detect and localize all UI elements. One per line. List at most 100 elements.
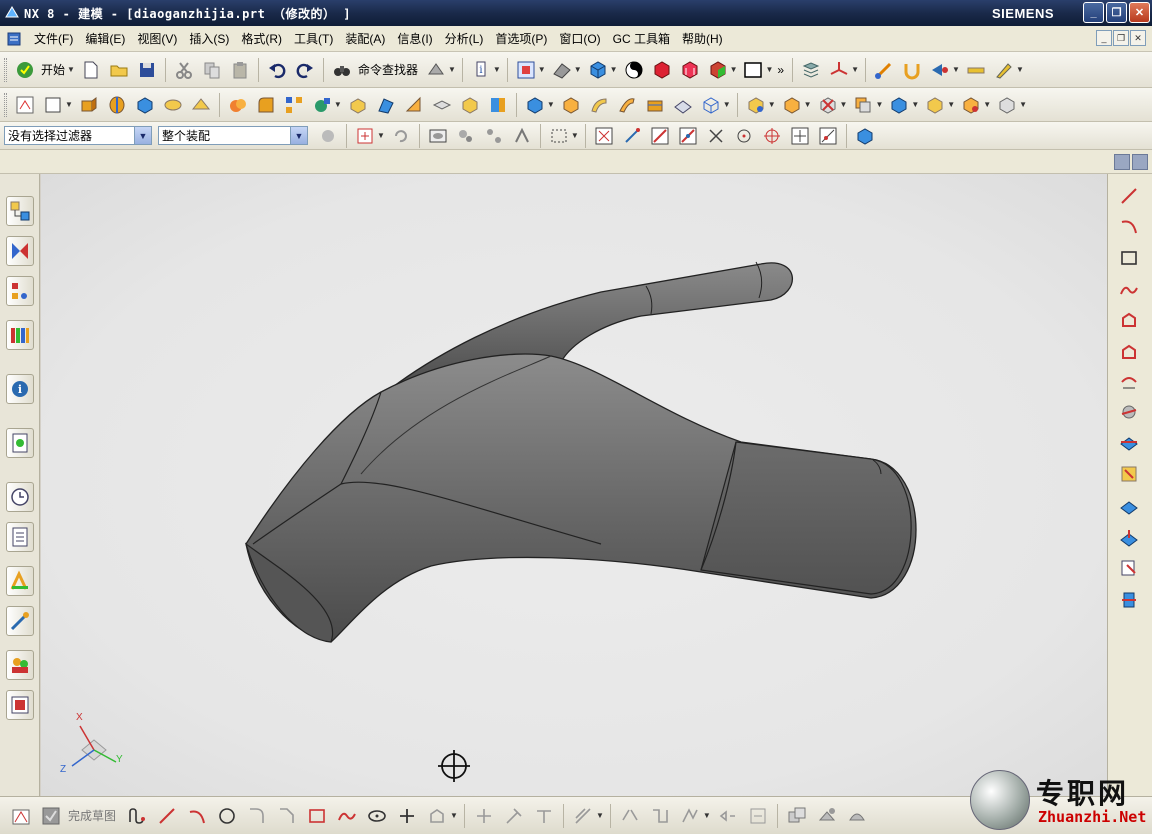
toolbar-overflow-button[interactable]: »	[777, 63, 784, 77]
history-tab[interactable]	[6, 428, 34, 458]
spline-tool[interactable]	[1117, 278, 1141, 302]
layer-settings-icon[interactable]	[799, 58, 823, 82]
fit-dropdown-icon[interactable]: ▼	[538, 65, 546, 74]
edge-blend-icon[interactable]	[254, 93, 278, 117]
magnet-icon[interactable]	[900, 58, 924, 82]
offset-curve-tool[interactable]	[1117, 340, 1141, 364]
show-all-constraints-icon[interactable]	[715, 802, 741, 830]
delete-feature-icon[interactable]	[816, 93, 840, 117]
sketch-icon[interactable]	[13, 93, 37, 117]
info-object-icon[interactable]: i	[469, 58, 493, 82]
doc-close-button[interactable]: ✕	[1130, 30, 1146, 46]
menu-insert[interactable]: 插入(S)	[183, 30, 235, 47]
delete-dropdown-icon[interactable]: ▼	[840, 100, 848, 109]
nx-app-icon[interactable]	[4, 5, 20, 21]
restore-button[interactable]: ❐	[1106, 2, 1127, 23]
feature-param-icon[interactable]	[780, 93, 804, 117]
section-curve-tool[interactable]	[1117, 430, 1141, 454]
fillet-constraint-icon[interactable]	[647, 802, 673, 830]
helix-tool[interactable]	[1117, 588, 1141, 612]
finish-sketch-icon[interactable]	[38, 802, 64, 830]
process-studio-tab[interactable]	[6, 566, 34, 596]
through-curves-icon[interactable]	[643, 93, 667, 117]
manufacturing-wizard-tab[interactable]	[6, 606, 34, 636]
select-components-icon[interactable]	[454, 124, 478, 148]
sync-move-face-icon[interactable]	[523, 93, 547, 117]
snap-icon[interactable]	[872, 58, 896, 82]
undo-icon[interactable]	[265, 58, 289, 82]
orient-view-icon[interactable]	[550, 58, 574, 82]
sketch-arc-icon[interactable]	[184, 802, 210, 830]
profile-icon[interactable]	[124, 802, 150, 830]
reuse-library-tab[interactable]	[6, 320, 34, 350]
make-corner-icon[interactable]	[531, 802, 557, 830]
roles-tab[interactable]	[6, 650, 34, 680]
background-icon[interactable]	[622, 58, 646, 82]
document-menu-icon[interactable]	[6, 30, 24, 48]
menu-help[interactable]: 帮助(H)	[676, 30, 729, 47]
assembly-navigator-tab[interactable]	[6, 196, 34, 226]
quick-trim-icon[interactable]	[471, 802, 497, 830]
snap-midpoint-icon[interactable]	[676, 124, 700, 148]
constraint-dropdown-icon[interactable]: ▼	[703, 811, 711, 820]
quick-extend-icon[interactable]	[501, 802, 527, 830]
menu-view[interactable]: 视图(V)	[131, 30, 183, 47]
selection-scope-combo[interactable]: 整个装配 ▼	[158, 126, 308, 145]
move-dropdown-icon[interactable]: ▼	[911, 100, 919, 109]
suppress-dropdown-icon[interactable]: ▼	[947, 100, 955, 109]
offset-sketch-icon[interactable]	[570, 802, 596, 830]
hanger-bracket-model[interactable]	[41, 174, 1107, 796]
start-dropdown-icon[interactable]: ▼	[67, 65, 75, 74]
redo-icon[interactable]	[293, 58, 317, 82]
shell-icon[interactable]	[346, 93, 370, 117]
select-features-icon[interactable]	[426, 124, 450, 148]
type-filter-combo[interactable]: 没有选择过滤器 ▼	[4, 126, 152, 145]
toolbar-grip[interactable]	[4, 57, 7, 82]
start-button[interactable]: 开始	[41, 61, 65, 78]
pencil-dropdown-icon[interactable]: ▼	[1016, 65, 1024, 74]
unsuppress-feature-icon[interactable]	[959, 93, 983, 117]
rectangle-select-icon[interactable]	[547, 124, 571, 148]
minimize-button[interactable]: _	[1083, 2, 1104, 23]
general-select-dropdown-icon[interactable]: ▼	[377, 131, 385, 140]
pull-face-icon[interactable]	[559, 93, 583, 117]
pattern-icon[interactable]	[282, 93, 306, 117]
menu-gc-toolkit[interactable]: GC 工具箱	[607, 30, 676, 47]
sync-dropdown-icon[interactable]: ▼	[547, 100, 555, 109]
selection-dropdown-icon[interactable]: ▼	[952, 65, 960, 74]
sketch-line-icon[interactable]	[154, 802, 180, 830]
wcs-dropdown-icon[interactable]: ▼	[851, 65, 859, 74]
extrude-icon[interactable]	[77, 93, 101, 117]
reattach-icon[interactable]	[784, 802, 810, 830]
delayed-evaluation-icon[interactable]	[844, 802, 870, 830]
offset-surface-icon[interactable]	[671, 93, 695, 117]
menu-edit[interactable]: 编辑(E)	[79, 30, 131, 47]
edit-object-display-icon[interactable]	[424, 58, 448, 82]
cone-icon[interactable]	[189, 93, 213, 117]
type-filter-dropdown-icon[interactable]: ▼	[134, 127, 151, 144]
snap-solid-icon[interactable]	[853, 124, 877, 148]
unite-icon[interactable]	[226, 93, 250, 117]
menu-analysis[interactable]: 分析(L)	[439, 30, 490, 47]
wrap-curve-tool[interactable]	[1117, 556, 1141, 580]
reorder-dropdown-icon[interactable]: ▼	[1019, 100, 1027, 109]
frame-dropdown-icon[interactable]: ▼	[765, 65, 773, 74]
block-icon[interactable]	[133, 93, 157, 117]
edit-feature-icon[interactable]	[744, 93, 768, 117]
snap-control-point-icon[interactable]	[704, 124, 728, 148]
split-body-icon[interactable]	[430, 93, 454, 117]
measure-icon[interactable]	[964, 58, 988, 82]
strip-options-icon[interactable]	[1132, 154, 1148, 170]
sketch-polygon-icon[interactable]	[424, 802, 450, 830]
strip-toggle-icon[interactable]	[1114, 154, 1130, 170]
copy-icon[interactable]	[200, 58, 224, 82]
selection-arrow-icon[interactable]	[928, 58, 952, 82]
doc-minimize-button[interactable]: _	[1096, 30, 1112, 46]
info-dropdown-icon[interactable]: ▼	[493, 65, 501, 74]
open-folder-icon[interactable]	[107, 58, 131, 82]
binoculars-icon[interactable]	[330, 58, 354, 82]
orient-dropdown-icon[interactable]: ▼	[574, 65, 582, 74]
thicken-icon[interactable]	[458, 93, 482, 117]
render-dropdown-icon[interactable]: ▼	[610, 65, 618, 74]
system-scene-tab[interactable]	[6, 690, 34, 720]
